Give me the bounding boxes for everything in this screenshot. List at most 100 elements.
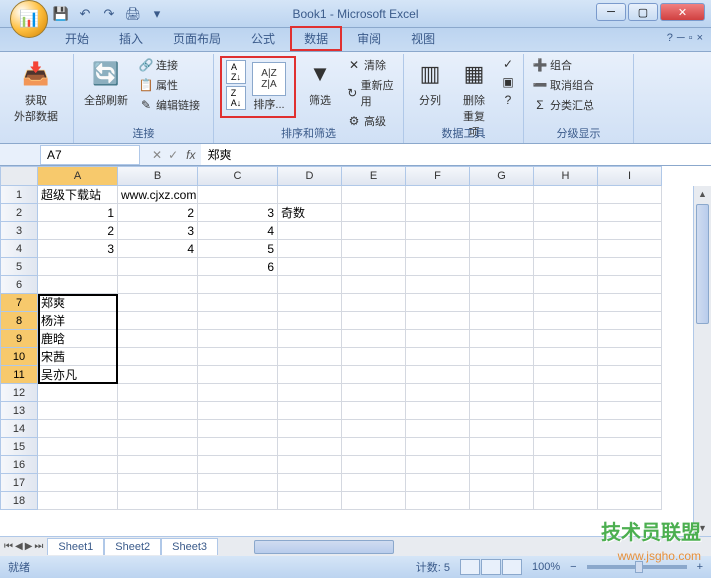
cell-D10[interactable] (278, 348, 342, 366)
name-box[interactable]: A7 (40, 145, 140, 165)
row-header-3[interactable]: 3 (0, 222, 38, 240)
cell-F4[interactable] (406, 240, 470, 258)
cell-C8[interactable] (198, 312, 278, 330)
refresh-all-button[interactable]: 🔄 全部刷新 (80, 56, 132, 110)
cell-F1[interactable] (406, 186, 470, 204)
cell-H17[interactable] (534, 474, 598, 492)
cell-A4[interactable]: 3 (38, 240, 118, 258)
first-sheet-icon[interactable]: ⏮ (4, 541, 13, 552)
sheet-tab-3[interactable]: Sheet3 (161, 538, 218, 555)
col-header-C[interactable]: C (198, 166, 278, 186)
cell-D18[interactable] (278, 492, 342, 510)
row-header-15[interactable]: 15 (0, 438, 38, 456)
cell-E6[interactable] (342, 276, 406, 294)
tab-page-layout[interactable]: 页面布局 (158, 25, 236, 51)
cell-G2[interactable] (470, 204, 534, 222)
cell-D1[interactable] (278, 186, 342, 204)
cell-H6[interactable] (534, 276, 598, 294)
cell-F13[interactable] (406, 402, 470, 420)
cell-I15[interactable] (598, 438, 662, 456)
cell-F7[interactable] (406, 294, 470, 312)
cell-C9[interactable] (198, 330, 278, 348)
col-header-E[interactable]: E (342, 166, 406, 186)
cell-A11[interactable]: 吴亦凡 (38, 366, 118, 384)
cell-B4[interactable]: 4 (118, 240, 198, 258)
col-header-I[interactable]: I (598, 166, 662, 186)
zoom-out-icon[interactable]: − (570, 561, 576, 573)
cell-G9[interactable] (470, 330, 534, 348)
cell-E14[interactable] (342, 420, 406, 438)
save-icon[interactable]: 💾 (50, 3, 72, 25)
cell-I1[interactable] (598, 186, 662, 204)
group-rows-button[interactable]: ➕组合 (530, 56, 597, 74)
cell-B3[interactable]: 3 (118, 222, 198, 240)
cell-H11[interactable] (534, 366, 598, 384)
cell-D16[interactable] (278, 456, 342, 474)
cell-B10[interactable] (118, 348, 198, 366)
cell-G6[interactable] (470, 276, 534, 294)
cell-F9[interactable] (406, 330, 470, 348)
row-header-2[interactable]: 2 (0, 204, 38, 222)
cell-F5[interactable] (406, 258, 470, 276)
cell-B8[interactable] (118, 312, 198, 330)
scroll-down-icon[interactable]: ▼ (694, 520, 711, 536)
cell-G8[interactable] (470, 312, 534, 330)
col-header-B[interactable]: B (118, 166, 198, 186)
row-header-6[interactable]: 6 (0, 276, 38, 294)
cell-C17[interactable] (198, 474, 278, 492)
cell-G13[interactable] (470, 402, 534, 420)
cell-I12[interactable] (598, 384, 662, 402)
cell-B17[interactable] (118, 474, 198, 492)
cell-C6[interactable] (198, 276, 278, 294)
qat-more-icon[interactable]: ▾ (146, 3, 168, 25)
office-button[interactable]: 📊 (10, 0, 48, 38)
row-header-13[interactable]: 13 (0, 402, 38, 420)
cell-A15[interactable] (38, 438, 118, 456)
min-ribbon-icon[interactable]: ─ (677, 32, 685, 44)
cell-G14[interactable] (470, 420, 534, 438)
cell-C10[interactable] (198, 348, 278, 366)
cell-B14[interactable] (118, 420, 198, 438)
cell-E11[interactable] (342, 366, 406, 384)
cell-I13[interactable] (598, 402, 662, 420)
row-header-1[interactable]: 1 (0, 186, 38, 204)
cell-I10[interactable] (598, 348, 662, 366)
cell-E4[interactable] (342, 240, 406, 258)
cell-D4[interactable] (278, 240, 342, 258)
properties-button[interactable]: 📋属性 (136, 76, 203, 94)
cell-F14[interactable] (406, 420, 470, 438)
horizontal-scrollbar[interactable] (238, 539, 711, 555)
cell-A8[interactable]: 杨洋 (38, 312, 118, 330)
row-header-9[interactable]: 9 (0, 330, 38, 348)
cell-H3[interactable] (534, 222, 598, 240)
col-header-F[interactable]: F (406, 166, 470, 186)
cell-F10[interactable] (406, 348, 470, 366)
cell-H18[interactable] (534, 492, 598, 510)
cell-B7[interactable] (118, 294, 198, 312)
cell-A6[interactable] (38, 276, 118, 294)
edit-links-button[interactable]: ✎编辑链接 (136, 96, 203, 114)
cell-H16[interactable] (534, 456, 598, 474)
row-header-17[interactable]: 17 (0, 474, 38, 492)
cell-G12[interactable] (470, 384, 534, 402)
cell-B9[interactable] (118, 330, 198, 348)
cell-E16[interactable] (342, 456, 406, 474)
cell-D9[interactable] (278, 330, 342, 348)
cell-I4[interactable] (598, 240, 662, 258)
cell-D12[interactable] (278, 384, 342, 402)
cell-C3[interactable]: 4 (198, 222, 278, 240)
cell-D14[interactable] (278, 420, 342, 438)
cell-G18[interactable] (470, 492, 534, 510)
tab-review[interactable]: 审阅 (342, 25, 396, 51)
cell-A14[interactable] (38, 420, 118, 438)
row-header-5[interactable]: 5 (0, 258, 38, 276)
cell-G17[interactable] (470, 474, 534, 492)
cell-F18[interactable] (406, 492, 470, 510)
cell-H9[interactable] (534, 330, 598, 348)
close-button[interactable]: ✕ (660, 3, 705, 21)
restore-icon[interactable]: ▫ (689, 32, 693, 44)
reapply-button[interactable]: ↻重新应用 (344, 76, 397, 110)
cancel-formula-icon[interactable]: ✕ (152, 148, 162, 162)
cell-H10[interactable] (534, 348, 598, 366)
cell-B5[interactable] (118, 258, 198, 276)
